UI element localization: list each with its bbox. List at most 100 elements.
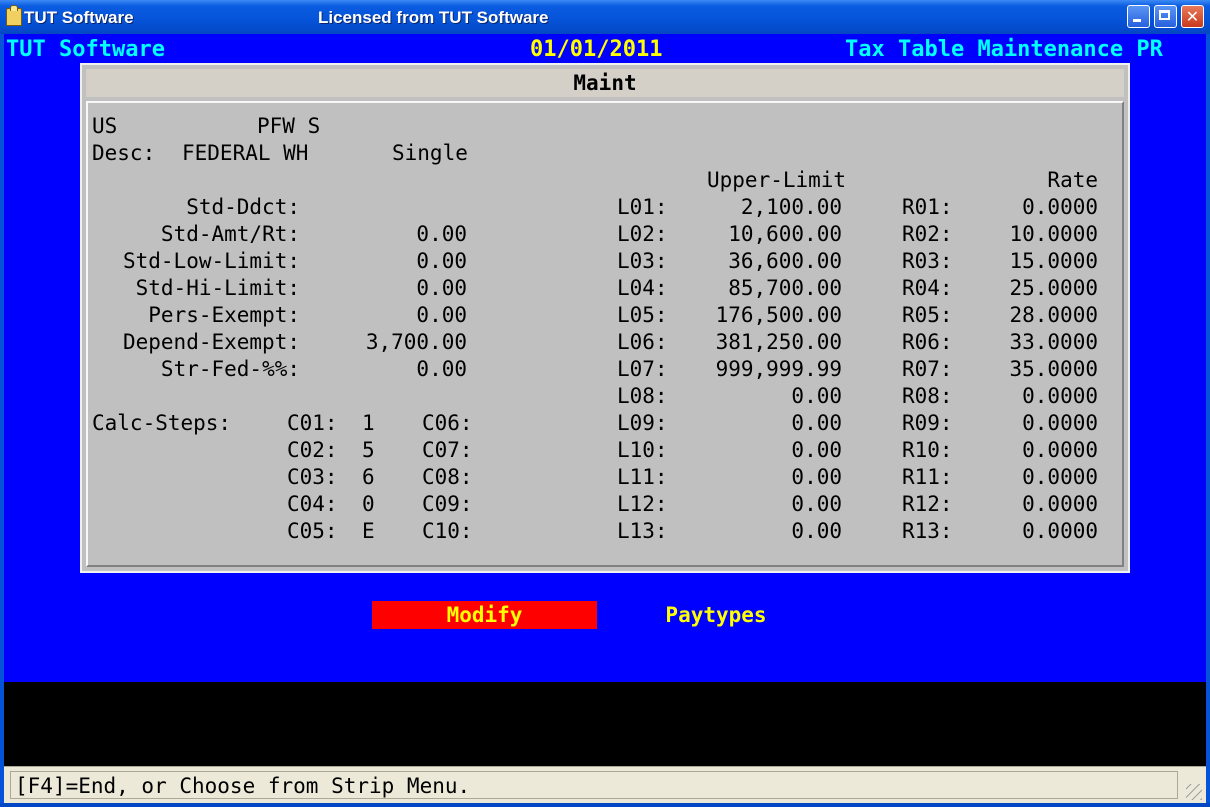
rate-label: R12:: [902, 492, 953, 516]
calc-step-label: C08:: [422, 465, 473, 489]
limit-label: L10:: [617, 438, 668, 462]
rate-label: R05:: [902, 303, 953, 327]
limit-label: L12:: [617, 492, 668, 516]
rate-value[interactable]: 33.0000: [973, 329, 1098, 356]
calc-step-value[interactable]: 0: [362, 491, 375, 518]
rate-label: R11:: [902, 465, 953, 489]
rate-value[interactable]: 0.0000: [973, 464, 1098, 491]
rate-value[interactable]: 15.0000: [973, 248, 1098, 275]
license-title: Licensed from TUT Software: [318, 8, 549, 27]
window-border-right: [1206, 34, 1210, 804]
field-value[interactable]: 3,700.00: [328, 329, 467, 356]
status-panel: [F4]=End, or Choose from Strip Menu.: [10, 771, 1178, 799]
minimize-button[interactable]: [1127, 5, 1150, 28]
limit-label: L02:: [617, 222, 668, 246]
header-app-name: TUT Software: [6, 37, 165, 62]
limit-label: L06:: [617, 330, 668, 354]
modify-menu-item[interactable]: Modify: [372, 601, 597, 629]
calc-steps-label: Calc-Steps:: [92, 411, 232, 435]
jurisdiction: US: [92, 114, 118, 138]
panel-title: Maint: [86, 69, 1124, 97]
rate-label: R01:: [902, 195, 953, 219]
app-title: TUT Software: [24, 8, 134, 27]
calc-step-value[interactable]: E: [362, 518, 375, 545]
desc-value[interactable]: FEDERAL WH: [182, 140, 308, 167]
upper-limit-value[interactable]: 0.00: [678, 383, 842, 410]
close-icon: ✕: [1185, 7, 1200, 26]
upper-limit-header: Upper-Limit: [707, 168, 847, 192]
maint-panel: Maint US PFW S Desc: FEDERAL WH Single U…: [80, 63, 1130, 573]
upper-limit-value[interactable]: 381,250.00: [678, 329, 842, 356]
close-button[interactable]: ✕: [1181, 5, 1204, 28]
calc-step-label: C09:: [422, 492, 473, 516]
terminal-screen: TUT Software 01/01/2011 Tax Table Mainte…: [4, 34, 1206, 682]
field-label: Std-Ddct:: [186, 195, 300, 219]
upper-limit-value[interactable]: 0.00: [678, 410, 842, 437]
rate-value[interactable]: 0.0000: [973, 383, 1098, 410]
field-value[interactable]: 0.00: [328, 275, 467, 302]
calc-step-label: C02:: [287, 438, 338, 462]
calc-step-label: C10:: [422, 519, 473, 543]
calc-step-label: C06:: [422, 411, 473, 435]
rate-value[interactable]: 35.0000: [973, 356, 1098, 383]
app-icon[interactable]: [6, 5, 22, 26]
title-bar[interactable]: TUT Software Licensed from TUT Software …: [0, 0, 1210, 34]
upper-limit-value[interactable]: 176,500.00: [678, 302, 842, 329]
header-date: 01/01/2011: [530, 37, 663, 62]
status-bar: [F4]=End, or Choose from Strip Menu.: [4, 766, 1206, 804]
field-label: Std-Low-Limit:: [122, 249, 300, 273]
upper-limit-value[interactable]: 0.00: [678, 491, 842, 518]
limit-label: L13:: [617, 519, 668, 543]
field-value[interactable]: 0.00: [328, 248, 467, 275]
field-value[interactable]: 0.00: [328, 302, 467, 329]
field-value[interactable]: 0.00: [328, 221, 467, 248]
limit-label: L01:: [617, 195, 668, 219]
resize-grip-icon[interactable]: [1186, 784, 1202, 800]
upper-limit-value[interactable]: 85,700.00: [678, 275, 842, 302]
limit-label: L05:: [617, 303, 668, 327]
rate-value[interactable]: 0.0000: [973, 194, 1098, 221]
rate-label: R07:: [902, 357, 953, 381]
field-label: Pers-Exempt:: [148, 303, 300, 327]
limit-label: L04:: [617, 276, 668, 300]
upper-limit-value[interactable]: 0.00: [678, 518, 842, 545]
upper-limit-value[interactable]: 2,100.00: [678, 194, 842, 221]
rate-value[interactable]: 0.0000: [973, 518, 1098, 545]
limit-label: L09:: [617, 411, 668, 435]
rate-value[interactable]: 25.0000: [973, 275, 1098, 302]
maximize-button[interactable]: [1154, 5, 1177, 28]
field-label: Std-Amt/Rt:: [160, 222, 300, 246]
status-text: [F4]=End, or Choose from Strip Menu.: [15, 774, 471, 798]
rate-value[interactable]: 0.0000: [973, 410, 1098, 437]
calc-step-label: C07:: [422, 438, 473, 462]
calc-step-label: C05:: [287, 519, 338, 543]
filing-status: Single: [392, 141, 468, 165]
field-value[interactable]: 0.00: [328, 356, 467, 383]
upper-limit-value[interactable]: 999,999.99: [678, 356, 842, 383]
upper-limit-value[interactable]: 10,600.00: [678, 221, 842, 248]
tax-code: PFW S: [257, 114, 321, 138]
rate-label: R10:: [902, 438, 953, 462]
calc-step-value[interactable]: 5: [362, 437, 375, 464]
rate-value[interactable]: 28.0000: [973, 302, 1098, 329]
rate-label: R13:: [902, 519, 953, 543]
upper-limit-value[interactable]: 36,600.00: [678, 248, 842, 275]
panel-body: US PFW S Desc: FEDERAL WH Single Upper-L…: [86, 101, 1124, 567]
rate-label: R04:: [902, 276, 953, 300]
header-screen-title: Tax Table Maintenance PR: [845, 37, 1163, 62]
calc-step-value[interactable]: 6: [362, 464, 375, 491]
rate-label: R06:: [902, 330, 953, 354]
window-border-bottom: [0, 803, 1210, 807]
limit-label: L08:: [617, 384, 668, 408]
rate-value[interactable]: 0.0000: [973, 437, 1098, 464]
rate-value[interactable]: 10.0000: [973, 221, 1098, 248]
limit-label: L11:: [617, 465, 668, 489]
calc-step-value[interactable]: 1: [362, 410, 375, 437]
rate-value[interactable]: 0.0000: [973, 491, 1098, 518]
field-label: Str-Fed-%%:: [160, 357, 300, 381]
paytypes-menu-item[interactable]: Paytypes: [634, 601, 798, 629]
upper-limit-value[interactable]: 0.00: [678, 464, 842, 491]
upper-limit-value[interactable]: 0.00: [678, 437, 842, 464]
field-label: Depend-Exempt:: [122, 330, 300, 354]
rate-header: Rate: [1047, 168, 1098, 192]
